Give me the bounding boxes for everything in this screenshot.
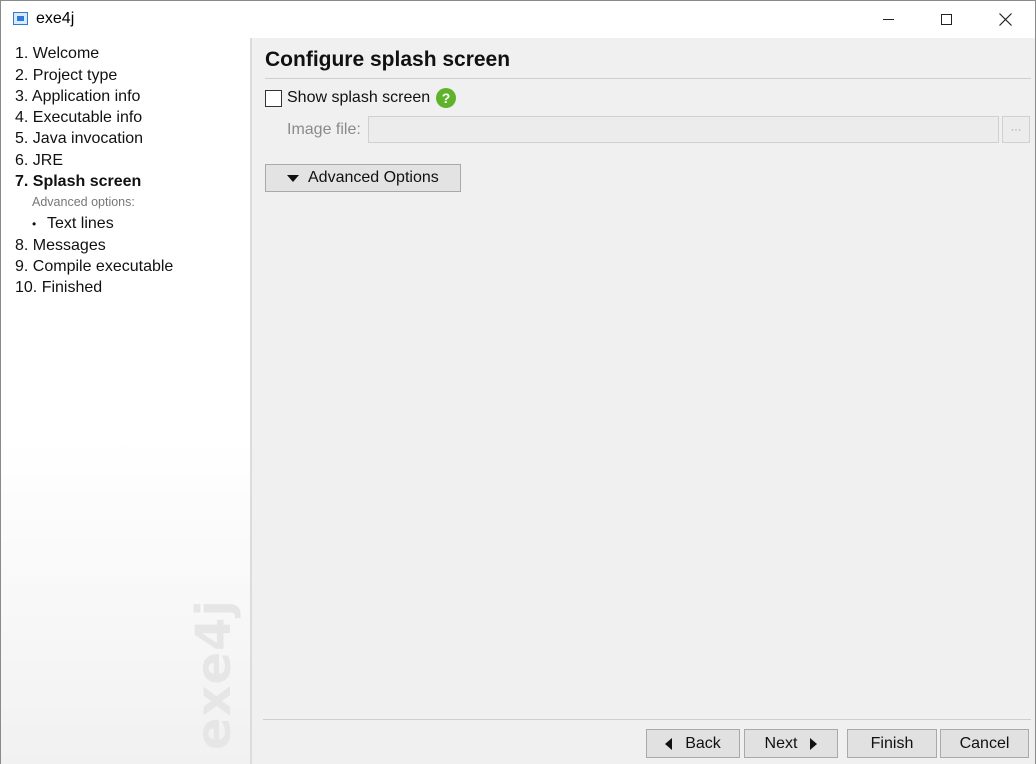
step-project-type[interactable]: 2. Project type <box>15 67 117 85</box>
maximize-button[interactable] <box>917 1 975 38</box>
app-icon <box>13 12 28 25</box>
wizard-steps-sidebar: 1. Welcome 2. Project type 3. Applicatio… <box>1 38 250 764</box>
exe4j-watermark-logo: exe4j <box>186 599 242 750</box>
show-splash-checkbox[interactable] <box>265 90 282 107</box>
step-java-invocation[interactable]: 5. Java invocation <box>15 130 143 148</box>
step-welcome[interactable]: 1. Welcome <box>15 45 99 63</box>
show-splash-label[interactable]: Show splash screen <box>287 89 430 107</box>
main-panel: Configure splash screen Show splash scre… <box>252 38 1035 764</box>
advanced-options-button[interactable]: Advanced Options <box>265 164 461 192</box>
maximize-icon <box>940 14 952 25</box>
step-splash-screen[interactable]: 7. Splash screen <box>15 173 141 191</box>
back-label: Back <box>685 734 721 752</box>
arrow-left-icon <box>665 737 673 750</box>
ellipsis-icon: ··· <box>1010 123 1022 136</box>
step-executable-info[interactable]: 4. Executable info <box>15 109 142 127</box>
triangle-down-icon <box>287 174 299 182</box>
image-file-label: Image file: <box>287 121 361 138</box>
title-bar[interactable]: exe4j <box>1 1 1035 38</box>
step-text-lines-label: Text lines <box>47 215 114 232</box>
close-icon <box>998 13 1012 26</box>
arrow-right-icon <box>810 737 818 750</box>
advanced-options-label: Advanced Options <box>308 169 439 186</box>
help-icon[interactable]: ? <box>436 88 456 108</box>
finish-label: Finish <box>870 734 914 752</box>
title-divider <box>265 78 1031 79</box>
application-window: exe4j 1. Welcome 2. Project type 3. Appl… <box>0 0 1036 764</box>
bullet-icon: • <box>32 217 37 231</box>
step-messages[interactable]: 8. Messages <box>15 237 106 255</box>
minimize-button[interactable] <box>859 1 917 38</box>
finish-button[interactable]: Finish <box>847 729 937 758</box>
next-button[interactable]: Next <box>744 729 838 758</box>
footer-divider <box>263 719 1031 720</box>
step-jre[interactable]: 6. JRE <box>15 152 63 170</box>
browse-button[interactable]: ··· <box>1002 116 1030 143</box>
cancel-label: Cancel <box>959 734 1010 752</box>
step-finished[interactable]: 10. Finished <box>15 279 102 297</box>
step-application-info[interactable]: 3. Application info <box>15 88 140 106</box>
close-button[interactable] <box>976 1 1034 38</box>
step-compile-executable[interactable]: 9. Compile executable <box>15 258 173 276</box>
back-button[interactable]: Back <box>646 729 740 758</box>
minimize-icon <box>882 19 894 20</box>
advanced-options-caption: Advanced options: <box>32 195 135 209</box>
step-text-lines[interactable]: • Text lines <box>32 215 114 233</box>
image-file-input[interactable] <box>368 116 999 143</box>
cancel-button[interactable]: Cancel <box>940 729 1029 758</box>
page-title: Configure splash screen <box>265 48 511 71</box>
window-title: exe4j <box>36 10 75 27</box>
next-label: Next <box>764 734 798 752</box>
